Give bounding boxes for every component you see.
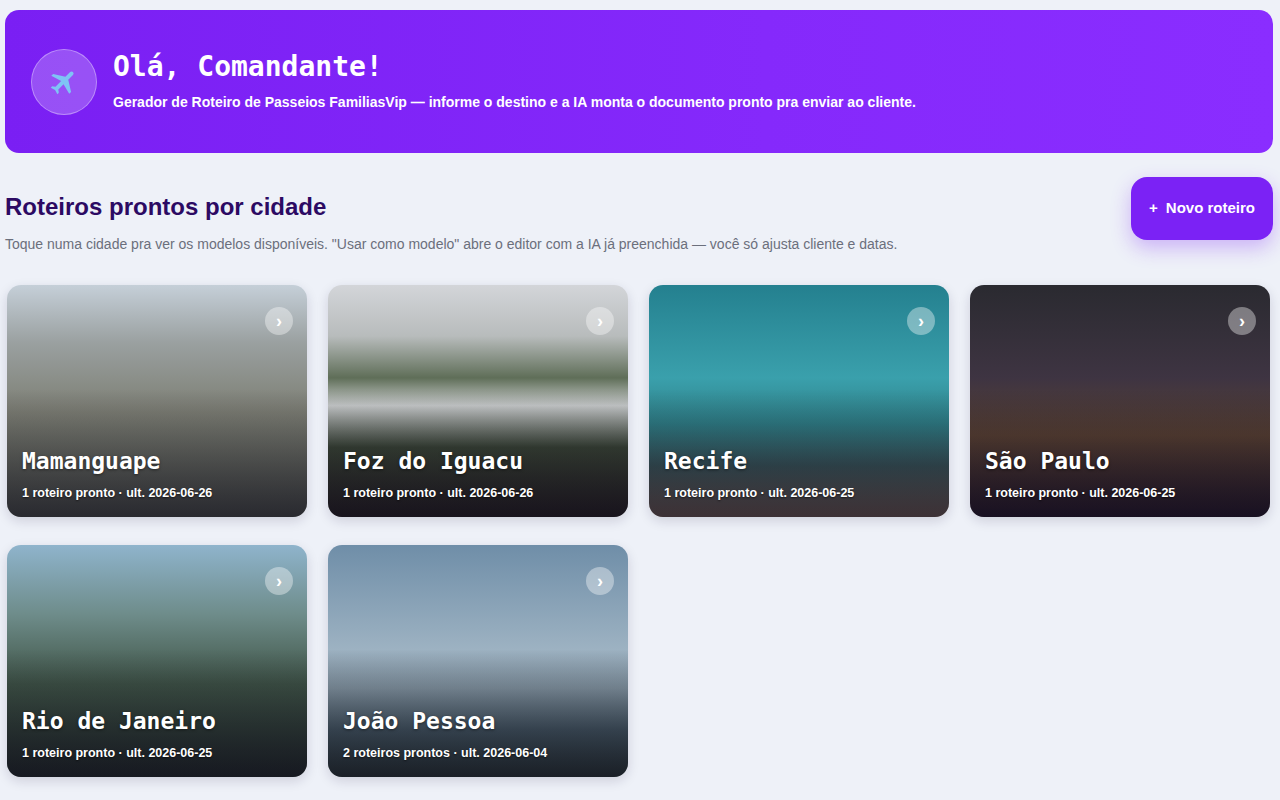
chevron-icon[interactable]: ›: [1228, 307, 1256, 335]
city-name: Foz do Iguacu: [343, 448, 613, 476]
button-label: Novo roteiro: [1166, 197, 1255, 220]
city-card[interactable]: › São Paulo 1 roteiro pronto · ult. 2026-0…: [970, 285, 1270, 517]
section-title: Roteiros prontos por cidade: [5, 193, 897, 222]
chevron-icon[interactable]: ›: [907, 307, 935, 335]
plus-icon: +: [1149, 197, 1158, 220]
section-text: Roteiros prontos por cidade Toque numa ci…: [5, 193, 897, 255]
city-name: João Pessoa: [343, 708, 613, 736]
city-card[interactable]: › Recife 1 roteiro pronto · ult. 2026-06-2…: [649, 285, 949, 517]
chevron-icon[interactable]: ›: [265, 307, 293, 335]
section-subtitle: Toque numa cidade pra ver os modelos dis…: [5, 234, 897, 255]
city-name: Rio de Janeiro: [22, 708, 292, 736]
chevron-icon[interactable]: ›: [586, 567, 614, 595]
city-meta: 1 roteiro pronto · ult. 2026-06-25: [22, 744, 292, 763]
city-name: Recife: [664, 448, 934, 476]
welcome-banner: Olá, Comandante! Gerador de Roteiro de Pa…: [5, 10, 1273, 153]
page: Olá, Comandante! Gerador de Roteiro de Pa…: [0, 0, 1280, 787]
city-meta: 2 roteiros prontos · ult. 2026-06-04: [343, 744, 613, 763]
city-meta: 1 roteiro pronto · ult. 2026-06-25: [664, 484, 934, 503]
chevron-icon[interactable]: ›: [265, 567, 293, 595]
city-meta: 1 roteiro pronto · ult. 2026-06-25: [985, 484, 1255, 503]
welcome-subtitle: Gerador de Roteiro de Passeios FamiliasV…: [113, 92, 916, 113]
welcome-title: Olá, Comandante!: [113, 50, 916, 84]
new-itinerary-button[interactable]: + Novo roteiro: [1131, 177, 1273, 240]
welcome-text: Olá, Comandante! Gerador de Roteiro de Pa…: [113, 50, 916, 113]
city-meta: 1 roteiro pronto · ult. 2026-06-26: [22, 484, 292, 503]
airplane-icon: [31, 49, 97, 115]
section-header: Roteiros prontos por cidade Toque numa ci…: [5, 193, 1273, 255]
city-name: Mamanguape: [22, 448, 292, 476]
city-meta: 1 roteiro pronto · ult. 2026-06-26: [343, 484, 613, 503]
city-card[interactable]: › Mamanguape 1 roteiro pronto · ult. 2026-…: [7, 285, 307, 517]
city-name: São Paulo: [985, 448, 1255, 476]
chevron-icon[interactable]: ›: [586, 307, 614, 335]
city-card[interactable]: › João Pessoa 2 roteiros prontos · ult. 20…: [328, 545, 628, 777]
city-card[interactable]: › Rio de Janeiro 1 roteiro pronto · ult. 2…: [7, 545, 307, 777]
city-grid: › Mamanguape 1 roteiro pronto · ult. 2026-…: [5, 285, 1273, 777]
city-card[interactable]: › Foz do Iguacu 1 roteiro pronto · ult. 20…: [328, 285, 628, 517]
